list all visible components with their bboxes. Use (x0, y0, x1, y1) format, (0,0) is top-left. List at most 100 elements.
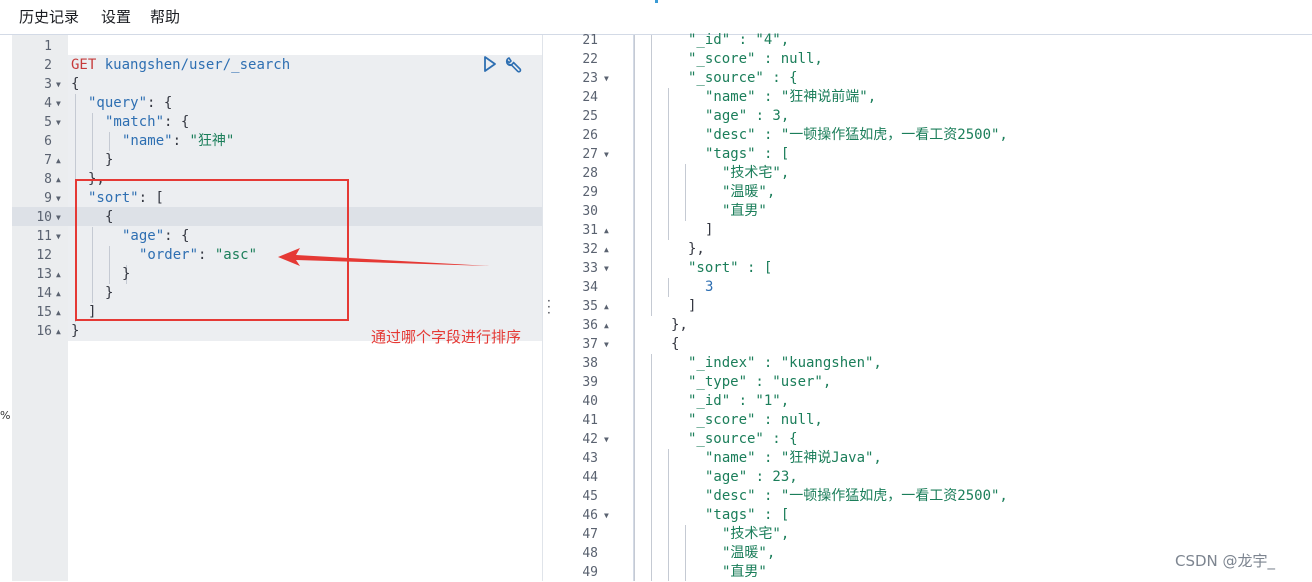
indent-guide (651, 35, 652, 316)
play-icon[interactable] (482, 55, 498, 73)
line-number: 30 (582, 204, 598, 219)
drag-handle-icon[interactable]: · · · (547, 295, 551, 319)
line-number: 13 (36, 267, 52, 282)
fold-down-icon[interactable]: ▼ (604, 259, 609, 278)
line-number: 21 (582, 33, 598, 48)
code-line: } (105, 152, 114, 168)
request-url: kuangshen/user/_search (104, 57, 291, 73)
line-number: 33 (582, 261, 598, 276)
fold-down-icon[interactable]: ▼ (56, 113, 61, 132)
line-number: 34 (582, 280, 598, 295)
json-key: "match" (105, 114, 165, 130)
fold-down-icon[interactable]: ▼ (56, 75, 61, 94)
line-number: 12 (36, 248, 52, 263)
line-number: 40 (582, 394, 598, 409)
watermark: CSDN @龙宇_ (1175, 552, 1276, 570)
line-number: 4 (44, 96, 52, 111)
line-number: 6 (44, 134, 52, 149)
fold-down-icon[interactable]: ▼ (604, 506, 609, 525)
percent-label: % (0, 409, 11, 422)
response-line: }, (688, 241, 705, 257)
response-line: ] (705, 222, 714, 238)
response-line: "tags" : [ (705, 146, 790, 162)
response-line: "技术宅", (722, 165, 790, 181)
line-number: 10 (36, 210, 52, 225)
response-viewer[interactable]: 21 22 23 24 25 26 27 28 29 30 31 32 33 3… (558, 32, 1312, 581)
indent-guide (685, 525, 686, 581)
line-number: 2 (44, 58, 52, 73)
indent-guide (75, 94, 76, 189)
fold-down-icon[interactable]: ▼ (56, 227, 61, 246)
http-method: GET (71, 57, 97, 73)
request-line-method[interactable]: GET kuangshen/user/_search (71, 56, 290, 75)
line-number: 48 (582, 546, 598, 561)
line-number: 39 (582, 375, 598, 390)
wrench-icon[interactable] (504, 54, 524, 74)
fold-up-icon[interactable]: ▲ (56, 303, 61, 322)
indent-guide (92, 113, 93, 170)
response-line: "技术宅", (722, 526, 790, 542)
line-number: 49 (582, 565, 598, 580)
response-line: "_score" : null, (688, 51, 823, 67)
menu-history[interactable]: 历史记录 (19, 6, 79, 27)
line-number: 25 (582, 109, 598, 124)
fold-down-icon[interactable]: ▼ (604, 69, 609, 88)
line-number: 36 (582, 318, 598, 333)
line-number: 3 (44, 77, 52, 92)
line-number: 38 (582, 356, 598, 371)
line-number: 24 (582, 90, 598, 105)
line-number: 42 (582, 432, 598, 447)
top-marker (655, 0, 658, 3)
response-line: "desc" : "一顿操作猛如虎，一看工资2500", (705, 127, 1008, 143)
response-line: "温暖", (722, 545, 776, 561)
json-punct: : { (164, 114, 190, 130)
json-string: "狂神" (189, 133, 235, 149)
json-punct: : { (147, 95, 173, 111)
response-line: "age" : 23, (705, 469, 798, 485)
fold-up-icon[interactable]: ▲ (604, 316, 609, 335)
response-line: "_type" : "user", (688, 374, 832, 390)
line-number: 37 (582, 337, 598, 352)
fold-down-icon[interactable]: ▼ (604, 335, 609, 354)
side-strip (0, 35, 12, 581)
fold-down-icon[interactable]: ▼ (56, 189, 61, 208)
line-number: 8 (44, 172, 52, 187)
menu-settings[interactable]: 设置 (101, 6, 131, 27)
line-number: 35 (582, 299, 598, 314)
code-line: "name": "狂神" (122, 132, 234, 151)
line-number: 29 (582, 185, 598, 200)
indent-guide (685, 164, 686, 221)
response-line: "name" : "狂神说前端", (705, 89, 877, 105)
response-line: "age" : 3, (705, 108, 790, 124)
fold-up-icon[interactable]: ▲ (56, 284, 61, 303)
line-number: 47 (582, 527, 598, 542)
fold-up-icon[interactable]: ▲ (56, 322, 61, 341)
fold-down-icon[interactable]: ▼ (604, 145, 609, 164)
line-number: 5 (44, 115, 52, 130)
fold-down-icon[interactable]: ▼ (604, 430, 609, 449)
line-number: 22 (582, 52, 598, 67)
code-line: } (71, 323, 80, 339)
response-line: { (671, 336, 680, 352)
indent-guide (668, 278, 669, 297)
fold-up-icon[interactable]: ▲ (604, 297, 609, 316)
code-line: "match": { (105, 113, 189, 132)
line-number: 23 (582, 71, 598, 86)
fold-up-icon[interactable]: ▲ (56, 170, 61, 189)
line-number: 32 (582, 242, 598, 257)
fold-up-icon[interactable]: ▲ (56, 151, 61, 170)
line-number: 45 (582, 489, 598, 504)
fold-up-icon[interactable]: ▲ (56, 265, 61, 284)
menu-bar: 历史记录 设置 帮助 (0, 0, 1312, 35)
json-punct: : (172, 133, 190, 149)
code-line: { (71, 76, 80, 92)
fold-up-icon[interactable]: ▲ (604, 240, 609, 259)
fold-down-icon[interactable]: ▼ (56, 208, 61, 227)
line-number: 7 (44, 153, 52, 168)
fold-down-icon[interactable]: ▼ (56, 94, 61, 113)
response-gutter-divider (633, 35, 634, 581)
line-number: 31 (582, 223, 598, 238)
line-number: 41 (582, 413, 598, 428)
menu-help[interactable]: 帮助 (150, 6, 180, 27)
fold-up-icon[interactable]: ▲ (604, 221, 609, 240)
